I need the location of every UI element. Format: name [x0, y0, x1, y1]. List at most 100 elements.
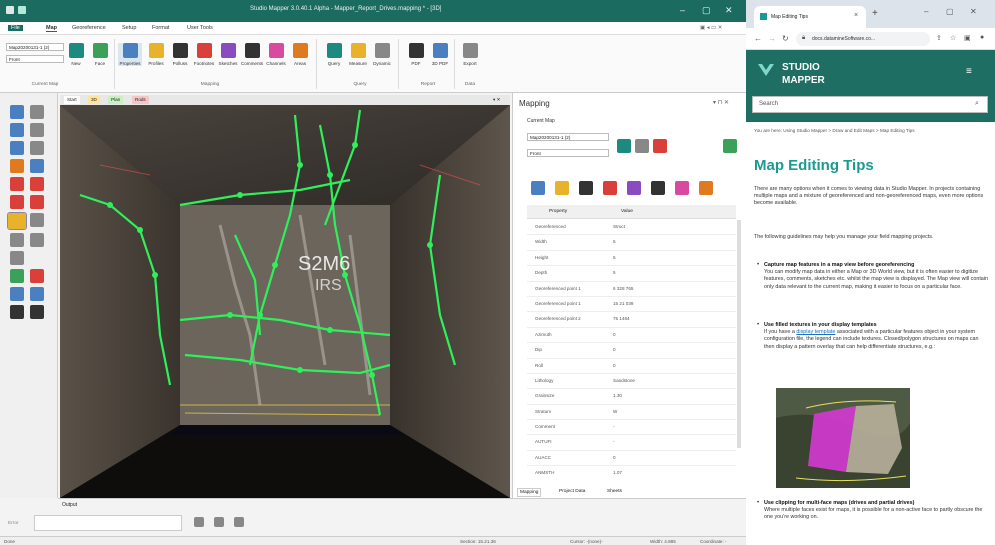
output-filter-input[interactable]	[34, 515, 182, 531]
property-value[interactable]: 1.07	[613, 470, 622, 475]
align-icon[interactable]	[10, 233, 24, 247]
property-row[interactable]: Georeferenced Struct	[527, 220, 736, 236]
property-value[interactable]: -	[613, 439, 615, 444]
property-row[interactable]: AUACC 0	[527, 451, 736, 467]
site-search[interactable]: Search ⌕	[752, 96, 988, 113]
crosshair-alt-icon[interactable]	[30, 269, 44, 283]
property-value[interactable]: -	[613, 424, 615, 429]
property-row[interactable]: Depth 5	[527, 266, 736, 282]
menu-setup[interactable]: Setup	[122, 25, 136, 31]
merge-icon[interactable]	[10, 305, 24, 319]
tab-start[interactable]: Start	[64, 96, 80, 104]
panel-new-map-icon[interactable]	[617, 139, 631, 153]
hamburger-menu-icon[interactable]: ≡	[966, 66, 972, 77]
drape-icon[interactable]	[10, 251, 24, 265]
dynamic-button[interactable]: Dynamic	[370, 43, 394, 66]
panel-properties-icon[interactable]	[531, 181, 545, 195]
panel-copy-map-icon[interactable]	[635, 139, 649, 153]
menu-file[interactable]: File	[8, 25, 23, 31]
section-icon[interactable]	[10, 195, 24, 209]
move-icon[interactable]	[10, 105, 24, 119]
panel-delete-map-icon[interactable]	[653, 139, 667, 153]
browser-tab[interactable]: Map Editing Tips ×	[754, 6, 866, 28]
channels-button[interactable]: Channels	[264, 43, 288, 66]
property-row[interactable]: Georeferenced point 1 15 21 039	[527, 297, 736, 313]
panel-pin-icon[interactable]: ▾ ⊓ ✕	[713, 99, 729, 106]
property-row[interactable]: Roll 0	[527, 359, 736, 374]
browser-close-icon[interactable]: ✕	[970, 7, 977, 16]
tab-sheets[interactable]: Sheets	[605, 488, 624, 495]
layer-icon[interactable]	[10, 159, 24, 173]
globe-icon[interactable]	[30, 159, 44, 173]
sketches-button[interactable]: Sketches	[216, 43, 240, 66]
tab-rods[interactable]: Rods	[132, 96, 149, 104]
panel-areas-icon[interactable]	[699, 181, 713, 195]
toolbox-icon[interactable]	[7, 212, 27, 230]
zoom-icon[interactable]	[10, 141, 24, 155]
property-value[interactable]: Sandstone	[613, 378, 635, 383]
camera-icon[interactable]	[30, 213, 44, 227]
studio-mapper-logo-icon[interactable]	[756, 60, 776, 80]
face-select[interactable]: Front	[6, 55, 64, 63]
panel-polluss-icon[interactable]	[579, 181, 593, 195]
browser-maximize-icon[interactable]: ▢	[946, 7, 954, 16]
view-pin-icon[interactable]: ▾ ✕	[490, 96, 503, 104]
property-row[interactable]: Grainsize 1.30	[527, 389, 736, 405]
zoom-in-icon[interactable]	[30, 123, 44, 137]
grid-icon[interactable]	[10, 177, 24, 191]
pdf-button[interactable]: PDF	[404, 43, 428, 66]
panel-map-select[interactable]: Map20200131-1 (2)	[527, 133, 609, 141]
property-row[interactable]: Stratum W	[527, 405, 736, 421]
tab-mapping[interactable]: Mapping	[517, 488, 542, 497]
profiles-button[interactable]: Profiles	[144, 43, 168, 66]
properties-button[interactable]: Properties	[118, 43, 142, 66]
export-button[interactable]: Export	[458, 43, 482, 66]
property-value[interactable]: 75 1464	[613, 316, 630, 321]
property-value[interactable]: 0	[613, 332, 616, 337]
menu-format[interactable]: Format	[152, 25, 169, 31]
url-field[interactable]: 🔒︎ docs.datamineSoftware.co...	[796, 32, 930, 46]
property-value[interactable]: 6 328 765	[613, 286, 633, 291]
share-icon[interactable]: ⇪	[936, 34, 942, 42]
profile-icon[interactable]: ●	[980, 34, 984, 41]
measure-button[interactable]: Measure	[346, 43, 370, 66]
property-value[interactable]: 1.30	[613, 393, 622, 398]
merge-alt-icon[interactable]	[30, 305, 44, 319]
menu-user-tools[interactable]: User Tools	[187, 25, 213, 31]
panel-comments-icon[interactable]	[651, 181, 665, 195]
star-icon[interactable]: ☆	[950, 34, 956, 42]
tab-plan[interactable]: Plan	[108, 96, 124, 104]
breadcrumb[interactable]: You are here: Using Studio Mapper > Draw…	[754, 128, 990, 133]
new-map-button[interactable]: New	[64, 43, 88, 66]
property-value[interactable]: W	[613, 409, 617, 414]
output-find-icon[interactable]	[194, 517, 204, 527]
split-icon[interactable]	[10, 287, 24, 301]
forward-icon[interactable]: →	[768, 34, 776, 43]
panel-face-icon[interactable]	[723, 139, 737, 153]
property-row[interactable]: Georeferenced point 1 6 328 765	[527, 282, 736, 297]
crosshair-icon[interactable]	[10, 269, 24, 283]
property-value[interactable]: 5	[613, 255, 616, 260]
pointer-icon[interactable]	[30, 105, 44, 119]
tab-project-data[interactable]: Project Data	[557, 488, 587, 495]
back-icon[interactable]: ←	[754, 34, 762, 43]
menu-georeference[interactable]: Georeference	[72, 25, 106, 31]
property-row[interactable]: Georeferenced point 2 75 1464	[527, 312, 736, 328]
panel-face-select[interactable]: Front	[527, 149, 609, 157]
3d-pdf-button[interactable]: 3D PDF	[428, 43, 452, 66]
rotate-icon[interactable]	[10, 123, 24, 137]
panel-sketches-icon[interactable]	[627, 181, 641, 195]
section-alt-icon[interactable]	[30, 195, 44, 209]
3d-viewport[interactable]: S2M6 IRS	[60, 105, 510, 498]
extension-icon[interactable]: ▣	[964, 34, 971, 42]
ribbon-options-icon[interactable]: ▣ ◂ ▭ ✕	[700, 25, 722, 31]
output-clear-icon[interactable]	[214, 517, 224, 527]
menu-map[interactable]: Map	[46, 25, 57, 32]
property-value[interactable]: 0	[613, 363, 616, 368]
properties-scrollbar[interactable]	[737, 220, 741, 448]
output-copy-icon[interactable]	[234, 517, 244, 527]
footnotes-button[interactable]: Footnotes	[192, 43, 216, 66]
tab-3d[interactable]: 3D	[88, 96, 100, 104]
zoom-extents-icon[interactable]	[30, 141, 44, 155]
tab-close-icon[interactable]: ×	[854, 12, 858, 19]
